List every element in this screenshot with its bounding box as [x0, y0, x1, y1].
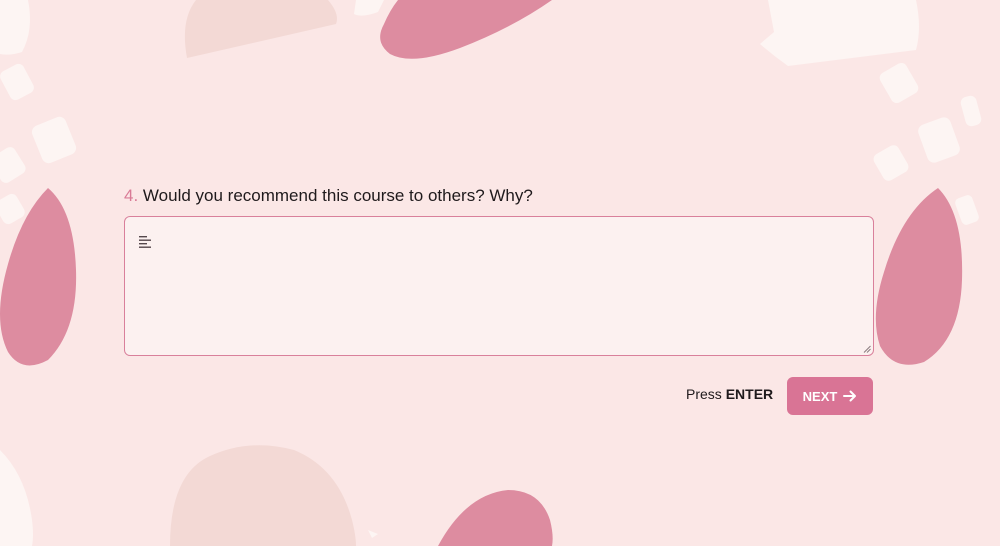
- light-tile: [0, 147, 26, 183]
- next-button-label: NEXT: [802, 388, 838, 404]
- enter-key-label: ENTER: [725, 386, 774, 402]
- light-tile: [31, 116, 77, 164]
- light-tile: [879, 62, 919, 104]
- press-enter-hint: Press ENTER: [686, 386, 773, 402]
- answer-box[interactable]: [124, 216, 874, 356]
- next-button[interactable]: NEXT: [787, 377, 873, 415]
- light-tile: [955, 195, 979, 225]
- answer-textarea[interactable]: [125, 217, 873, 355]
- press-label: Press: [686, 386, 722, 402]
- light-tile: [873, 145, 909, 181]
- light-tile: [0, 63, 34, 101]
- question-number: 4.: [124, 186, 139, 205]
- tan-blob-top: [184, 0, 337, 58]
- tan-blob-bottom: [170, 445, 356, 546]
- pink-blob-right: [875, 188, 963, 365]
- light-blob-top-right: [760, 0, 919, 66]
- arrow-right-icon: [843, 390, 857, 402]
- light-blob-top-left: [0, 0, 30, 55]
- light-blob-top-small: [354, 0, 384, 16]
- question-title: 4. Would you recommend this course to ot…: [124, 186, 533, 206]
- pink-blob-top: [380, 0, 552, 59]
- pink-blob-bottom: [438, 490, 553, 546]
- question-text: Would you recommend this course to other…: [142, 186, 533, 205]
- light-flake-bottom: [368, 530, 378, 538]
- resize-handle-icon[interactable]: [863, 345, 871, 353]
- light-tile: [918, 117, 960, 163]
- light-tile: [960, 95, 982, 127]
- light-blob-bottom-left: [0, 450, 33, 546]
- light-tile: [0, 193, 25, 225]
